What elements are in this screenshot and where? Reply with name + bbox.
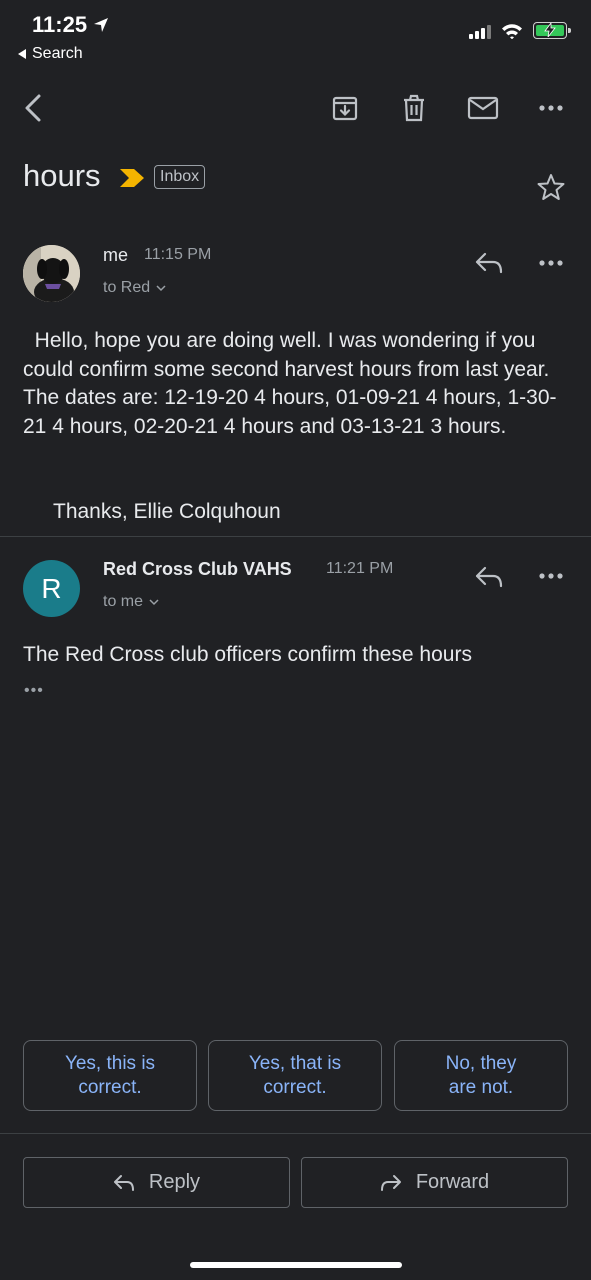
recipient-text: to Red [103,279,151,296]
sender-name: me [103,245,129,265]
chevron-down-icon [149,598,159,605]
forward-icon [380,1174,401,1191]
avatar[interactable] [23,245,80,302]
label-important-icon [119,168,145,193]
battery-icon [533,22,571,39]
back-app-label: Search [32,45,83,62]
reply-label: Reply [148,1171,201,1193]
more-icon[interactable] [536,255,566,271]
back-arrow-icon[interactable] [18,92,48,124]
sender-name: Red Cross Club VAHS [103,559,292,579]
dog-photo-icon [23,245,80,302]
smart-reply-label: Yes, that is correct. [248,1052,342,1098]
avatar[interactable]: R [23,560,80,617]
message-time: 11:21 PM [326,560,394,577]
back-triangle-icon [18,49,26,59]
more-icon[interactable] [536,568,566,584]
reply-icon[interactable] [474,250,504,276]
smart-reply-label: No, they are not. [445,1052,517,1098]
message-body: The Red Cross club officers confirm thes… [23,643,472,666]
recipient-toggle[interactable]: to Red [103,279,166,297]
message-signature: Thanks, Ellie Colquhoun [53,500,281,523]
status-indicators [469,22,571,39]
time-text: 11:25 [32,12,88,37]
star-icon[interactable] [536,172,566,202]
trash-icon[interactable] [399,93,429,123]
home-indicator[interactable] [190,1262,402,1268]
reply-icon [113,1174,134,1191]
message-divider [0,536,591,537]
smart-reply-yes-this[interactable]: Yes, this is correct. [23,1040,197,1111]
smart-reply-label: Yes, this is correct. [64,1052,156,1098]
cellular-signal-icon [469,23,491,39]
smart-reply-no[interactable]: No, they are not. [394,1040,568,1111]
back-to-search-link[interactable]: Search [17,45,83,63]
archive-icon[interactable] [330,93,360,123]
smart-reply-yes-that[interactable]: Yes, that is correct. [208,1040,382,1111]
show-trimmed-content[interactable]: ••• [24,682,44,700]
chevron-down-icon [156,284,166,291]
status-time: 11:25 [32,12,109,38]
recipient-toggle[interactable]: to me [103,593,159,611]
forward-button[interactable]: Forward [301,1157,568,1208]
forward-label: Forward [415,1171,490,1193]
message-time: 11:15 PM [144,246,212,263]
mail-icon[interactable] [466,95,500,121]
more-icon[interactable] [536,98,566,118]
message-body: Hello, hope you are doing well. I was wo… [23,329,557,438]
wifi-icon [502,23,522,39]
location-arrow-icon [94,18,109,32]
subject-title: hours [23,158,101,193]
inbox-label-chip[interactable]: Inbox [154,165,206,189]
reply-button[interactable]: Reply [23,1157,290,1208]
bottom-divider [0,1133,591,1134]
recipient-text: to me [103,593,144,610]
reply-icon[interactable] [474,564,504,590]
